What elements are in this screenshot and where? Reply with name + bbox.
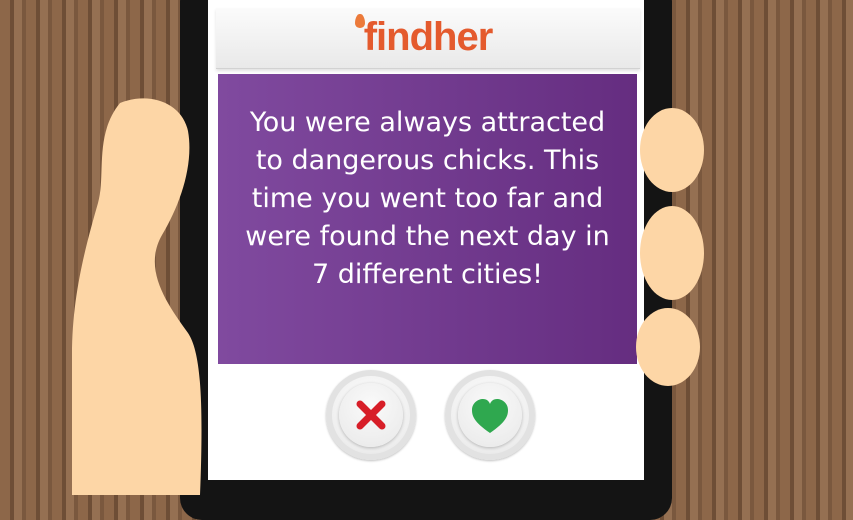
right-finger-bottom [636, 308, 700, 386]
like-button[interactable] [445, 370, 535, 460]
right-finger-top [640, 108, 704, 192]
dislike-button-face [339, 383, 403, 447]
dislike-button[interactable] [326, 370, 416, 460]
app-logo: findher [363, 15, 494, 59]
heart-icon [472, 399, 508, 433]
card-message: You were always attracted to dangerous c… [245, 107, 610, 290]
x-icon [356, 400, 386, 430]
profile-card: You were always attracted to dangerous c… [218, 74, 637, 364]
like-button-face [458, 383, 522, 447]
flame-icon [355, 14, 365, 28]
left-hand-thumb [72, 98, 202, 495]
app-header: findher [216, 8, 640, 69]
right-finger-middle [640, 206, 704, 300]
